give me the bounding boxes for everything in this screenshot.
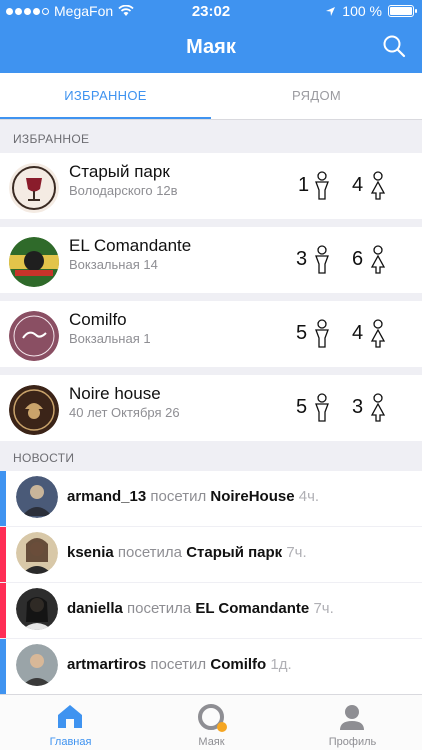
tabbar-item-home[interactable]: Главная bbox=[0, 695, 141, 750]
venue-name: Noire house bbox=[69, 384, 161, 403]
avatar bbox=[16, 476, 58, 518]
male-count: 5 bbox=[296, 322, 308, 344]
venue-address: Володарского 12в bbox=[69, 183, 178, 198]
status-bar: MegaFon 23:02 100 % bbox=[0, 0, 422, 24]
news-user[interactable]: artmartiros bbox=[67, 656, 146, 673]
tab-bar: Главная Маяк Профиль bbox=[0, 694, 422, 750]
tabbar-label: Маяк bbox=[198, 736, 225, 748]
favorite-card[interactable]: EL Comandante Вокзальная 14 3 6 bbox=[0, 227, 422, 293]
battery-icon bbox=[388, 5, 417, 17]
news-action: посетил bbox=[150, 656, 207, 673]
favorites-heading: ИЗБРАННОЕ bbox=[13, 132, 90, 146]
page-title: Маяк bbox=[186, 36, 236, 58]
venue-address: Вокзальная 14 bbox=[69, 257, 158, 272]
news-time: 7ч. bbox=[286, 544, 307, 561]
avatar bbox=[16, 588, 58, 630]
news-place[interactable]: EL Comandante bbox=[195, 600, 309, 617]
tab-nearby[interactable]: РЯДОМ bbox=[211, 73, 422, 119]
favorite-card[interactable]: Noire house 40 лет Октября 26 5 3 bbox=[0, 375, 422, 441]
home-icon bbox=[58, 705, 82, 728]
male-icon bbox=[315, 319, 329, 348]
avatar bbox=[16, 532, 58, 574]
news-item[interactable]: daniella посетила EL Comandante 7ч. bbox=[0, 583, 422, 638]
tab-indicator bbox=[0, 117, 211, 119]
news-action: посетил bbox=[150, 488, 207, 505]
tabbar-item-beacon[interactable]: Маяк bbox=[141, 695, 282, 750]
news-text: daniella посетила EL Comandante 7ч. bbox=[67, 600, 334, 617]
venue-name: EL Comandante bbox=[69, 236, 192, 255]
female-count: 4 bbox=[352, 322, 364, 344]
female-icon bbox=[370, 319, 386, 348]
tabbar-label: Профиль bbox=[328, 736, 377, 748]
news-time: 4ч. bbox=[298, 488, 320, 505]
beacon-icon bbox=[198, 704, 227, 732]
news-stripe bbox=[0, 639, 6, 694]
venue-address: 40 лет Октября 26 bbox=[69, 405, 180, 420]
news-item[interactable]: artmartiros посетил Comilfo 1д. bbox=[0, 639, 422, 694]
news-text: armand_13 посетил NoireHouse 4ч. bbox=[67, 488, 319, 505]
profile-icon bbox=[340, 705, 364, 730]
news-item[interactable]: armand_13 посетил NoireHouse 4ч. bbox=[0, 471, 422, 526]
male-icon bbox=[315, 245, 329, 274]
venue-name: Старый парк bbox=[69, 162, 170, 181]
news-user[interactable]: daniella bbox=[67, 600, 123, 617]
news-place[interactable]: Старый парк bbox=[186, 544, 282, 561]
news-time: 7ч. bbox=[313, 600, 334, 617]
female-count: 3 bbox=[352, 396, 364, 418]
female-icon bbox=[370, 245, 386, 274]
venue-logo bbox=[9, 237, 59, 287]
navigation-bar: MegaFon 23:02 100 % Маяк bbox=[0, 0, 422, 73]
news-place[interactable]: NoireHouse bbox=[210, 488, 294, 505]
news-action: посетила bbox=[117, 544, 183, 561]
favorite-card[interactable]: Comilfo Вокзальная 1 5 4 bbox=[0, 301, 422, 367]
news-item[interactable]: ksenia посетила Старый парк 7ч. bbox=[0, 527, 422, 582]
news-text: artmartiros посетил Comilfo 1д. bbox=[67, 656, 292, 673]
male-count: 1 bbox=[298, 174, 310, 196]
male-icon bbox=[315, 171, 329, 200]
news-stripe bbox=[0, 527, 6, 582]
news-text: ksenia посетила Старый парк 7ч. bbox=[67, 544, 307, 561]
news-place[interactable]: Comilfo bbox=[210, 656, 266, 673]
female-icon bbox=[370, 171, 386, 200]
news-stripe bbox=[0, 583, 6, 638]
news-time: 1д. bbox=[270, 656, 292, 673]
favorite-card[interactable]: Старый парк Володарского 12в 1 4 bbox=[0, 153, 422, 219]
venue-logo bbox=[9, 311, 59, 361]
tabbar-item-profile[interactable]: Профиль bbox=[282, 695, 422, 750]
search-icon[interactable] bbox=[382, 34, 406, 60]
news-stripe bbox=[0, 471, 6, 526]
male-count: 3 bbox=[296, 248, 308, 270]
venue-name: Comilfo bbox=[69, 310, 127, 329]
female-count: 4 bbox=[352, 174, 364, 196]
female-count: 6 bbox=[352, 248, 364, 270]
news-user[interactable]: ksenia bbox=[67, 544, 114, 561]
tab-favorites[interactable]: ИЗБРАННОЕ bbox=[0, 73, 211, 119]
segment-tabs: ИЗБРАННОЕ РЯДОМ bbox=[0, 73, 422, 120]
avatar bbox=[16, 644, 58, 686]
news-user[interactable]: armand_13 bbox=[67, 488, 146, 505]
venue-logo bbox=[9, 385, 59, 435]
location-arrow-icon bbox=[326, 6, 336, 16]
tabbar-label: Главная bbox=[49, 736, 92, 748]
male-icon bbox=[315, 393, 329, 422]
venue-address: Вокзальная 1 bbox=[69, 331, 151, 346]
venue-logo bbox=[9, 163, 59, 213]
male-count: 5 bbox=[296, 396, 308, 418]
battery-label: 100 % bbox=[342, 3, 382, 19]
news-action: посетила bbox=[127, 600, 192, 617]
news-heading: НОВОСТИ bbox=[13, 451, 75, 465]
female-icon bbox=[370, 393, 386, 422]
